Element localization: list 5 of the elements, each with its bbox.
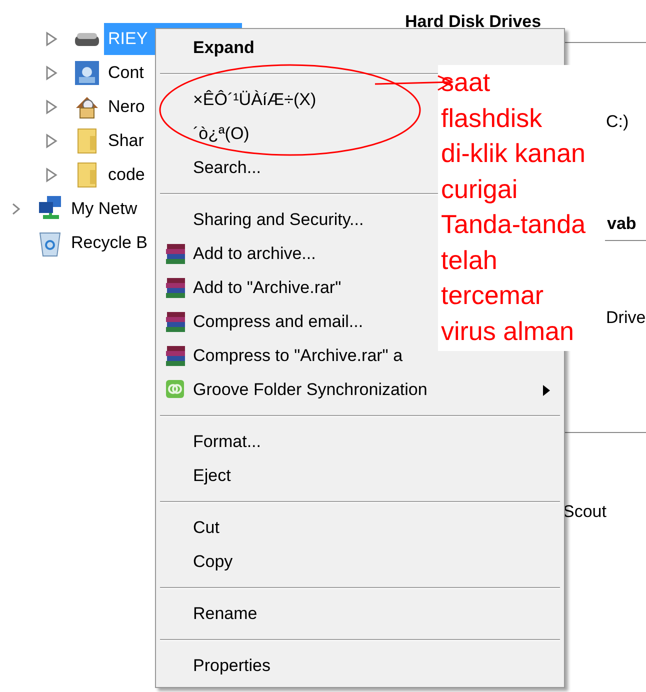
section-heading: vab: [607, 214, 636, 234]
drive-label: C:): [606, 112, 629, 132]
drive-label: Drive: [606, 308, 646, 328]
drive-label: Scout: [563, 502, 606, 522]
section-heading: Hard Disk Drives: [405, 12, 542, 32]
